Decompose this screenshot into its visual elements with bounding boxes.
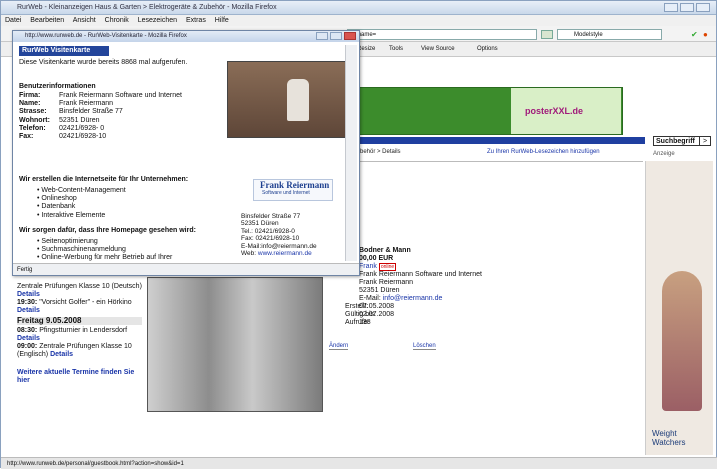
divider: [351, 161, 643, 162]
url-bar[interactable]: 38name=: [347, 29, 537, 40]
menu-extras[interactable]: Extras: [186, 17, 206, 24]
info-row-firma: Firma: Frank Reiermann Software und Inter…: [19, 92, 182, 99]
maximize-button[interactable]: [680, 3, 694, 12]
email-label: E-Mail:: [359, 295, 383, 302]
list-item: • Web-Content-Management: [37, 187, 126, 194]
event-item: 09:00: Zentrale Prüfungen Klasse 10 (Eng…: [17, 343, 132, 358]
meta-created: Erstellt: 07.05.2008: [345, 303, 395, 310]
poster-ad[interactable]: posterXXL.de: [511, 88, 621, 134]
item-price: 00,00 EUR: [359, 255, 394, 262]
view-source-menu[interactable]: View Source: [421, 42, 455, 57]
change-button[interactable]: Ändern: [329, 343, 349, 350]
seller-email-row: E-Mail: info@reiermann.de: [359, 295, 529, 303]
ad-brand: Weight Watchers: [652, 429, 686, 447]
popup-title: http://www.runweb.de - RurWeb-Visitenkar…: [25, 33, 187, 39]
info-row-strasse: Strasse: Binsfelder Straße 77: [19, 108, 123, 116]
search-engine-input[interactable]: Modelstyle: [557, 29, 662, 40]
list-item: • Suchmaschinenanmeldung: [37, 246, 126, 254]
online-badge: online: [378, 263, 397, 271]
section-seo: Wir sorgen dafür, dass Ihre Homepage ges…: [19, 227, 196, 234]
meta-views: Aufrufe: 138: [345, 319, 371, 326]
person-figure: [287, 79, 309, 121]
menu-lesezeichen[interactable]: Lesezeichen: [138, 17, 177, 24]
menu-bar: Datei Bearbeiten Ansicht Chronik Lesezei…: [1, 15, 716, 26]
info-row-fax: Fax: 02421/6928-10: [19, 133, 107, 141]
info-table: Firma: Frank Reiermann Software und Inter…: [19, 92, 229, 141]
menu-datei[interactable]: Datei: [5, 17, 21, 24]
more-events-link[interactable]: Weitere aktuelle Termine finden Sie hier: [17, 369, 142, 385]
event-item: 19:30: "Vorsicht Golfer" - ein Hörkino D…: [17, 299, 132, 314]
minimize-button[interactable]: [664, 3, 678, 12]
info-row-telefon: Telefon: 02421/6928- 0: [19, 124, 105, 132]
info-row-wohnort: Wohnort: 52351 Düren: [19, 116, 100, 124]
list-item: • Interaktive Elemente: [37, 211, 106, 219]
window-titlebar: RurWeb - Kleinanzeigen Haus & Garten > E…: [1, 1, 716, 15]
contact-address: Binsfelder Straße 77 52351 Düren Tel.: 0…: [241, 213, 317, 258]
tools-menu[interactable]: Tools: [389, 42, 403, 57]
item-meta: Erstellt: 07.05.2008 Gültig bis: 02.07.2…: [345, 303, 465, 327]
popup-status-bar: Fertig: [13, 263, 359, 275]
popup-controls: [316, 32, 356, 40]
info-row-name: Name: Frank Reiermann: [19, 100, 114, 108]
menu-bearbeiten[interactable]: Bearbeiten: [30, 17, 64, 24]
close-button[interactable]: [696, 3, 710, 12]
date-header: Freitag 9.05.2008: [17, 317, 142, 325]
list-item: • Online-Werbung für mehr Betrieb auf Ih…: [37, 254, 173, 262]
breadcrumb: Zubehör > Details Zu Ihren RurWeb-Leseze…: [353, 149, 653, 159]
business-card-popup: http://www.runweb.de - RurWeb-Visitenkar…: [12, 30, 360, 276]
item-title: Bodner & Mann: [359, 247, 411, 254]
menu-ansicht[interactable]: Ansicht: [73, 17, 96, 24]
service-list-1: • Web-Content-Management • Onlineshop • …: [37, 187, 126, 220]
search-submit-button[interactable]: >: [699, 136, 711, 146]
bookmark-link[interactable]: Zu Ihren RurWeb-Lesezeichen hinzufügen: [487, 149, 600, 155]
menu-chronik[interactable]: Chronik: [105, 17, 129, 24]
section-webdev: Wir erstellen die Internetseite für Ihr …: [19, 176, 189, 183]
list-item: • Seitenoptimierung: [37, 238, 98, 245]
company-logo: Frank Reiermann Software und Internet: [253, 179, 333, 201]
popup-titlebar: http://www.runweb.de - RurWeb-Visitenkar…: [13, 31, 359, 42]
info-heading: Benutzerinformationen: [19, 83, 96, 90]
seller-row: Frank online: [359, 263, 529, 271]
ad-label: Anzeige: [653, 151, 675, 157]
delete-button[interactable]: Löschen: [413, 343, 436, 350]
item-details: Bodner & Mann 00,00 EUR Frank online Fra…: [359, 247, 529, 303]
check-icon[interactable]: ✔: [691, 30, 698, 39]
product-image[interactable]: [147, 277, 323, 412]
stop-icon[interactable]: ●: [703, 30, 708, 39]
seller-name[interactable]: Frank: [359, 263, 377, 270]
nav-strip: [353, 137, 645, 144]
go-button[interactable]: [541, 30, 553, 39]
meta-valid: Gültig bis: 02.07.2008: [345, 311, 395, 318]
seller-email-link[interactable]: info@reiermann.de: [383, 295, 443, 302]
poster-logo: posterXXL.de: [525, 106, 584, 116]
seller-person: Frank Reiermann: [359, 279, 414, 286]
window-title: RurWeb - Kleinanzeigen Haus & Garten > E…: [17, 4, 277, 11]
status-bar: http://www.runweb.de/personal/guestbook.…: [1, 457, 717, 469]
service-list-2: • Seitenoptimierung • Suchmaschinenanmel…: [37, 238, 172, 263]
popup-maximize-button[interactable]: [330, 32, 342, 40]
ad-person-image: [662, 271, 702, 411]
seller-city: 52351 Düren: [359, 287, 400, 294]
view-count: Diese Visitenkarte wurde bereits 8868 ma…: [19, 59, 188, 66]
popup-scrollbar[interactable]: [345, 45, 357, 261]
events-column: Zentrale Prüfungen Klasse 10 (Deutsch) D…: [17, 283, 142, 393]
seller-company: Frank Reiermann Software und Internet: [359, 271, 482, 278]
event-item: 08:30: Pfingstturnier in Lendersdorf Det…: [17, 327, 128, 342]
list-item: • Datenbank: [37, 203, 76, 211]
side-advertisement[interactable]: Weight Watchers: [645, 161, 713, 455]
window-controls: [664, 3, 710, 12]
popup-header: RurWeb Visitenkarte: [19, 46, 109, 56]
menu-hilfe[interactable]: Hilfe: [215, 17, 229, 24]
options-menu[interactable]: Options: [477, 42, 498, 57]
popup-minimize-button[interactable]: [316, 32, 328, 40]
breadcrumb-text[interactable]: Zubehör > Details: [353, 149, 401, 155]
event-item: Zentrale Prüfungen Klasse 10 (Deutsch) D…: [17, 283, 142, 298]
list-item: • Onlineshop: [37, 195, 77, 203]
website-link[interactable]: www.reiermann.de: [258, 250, 312, 257]
popup-close-button[interactable]: [344, 32, 356, 40]
